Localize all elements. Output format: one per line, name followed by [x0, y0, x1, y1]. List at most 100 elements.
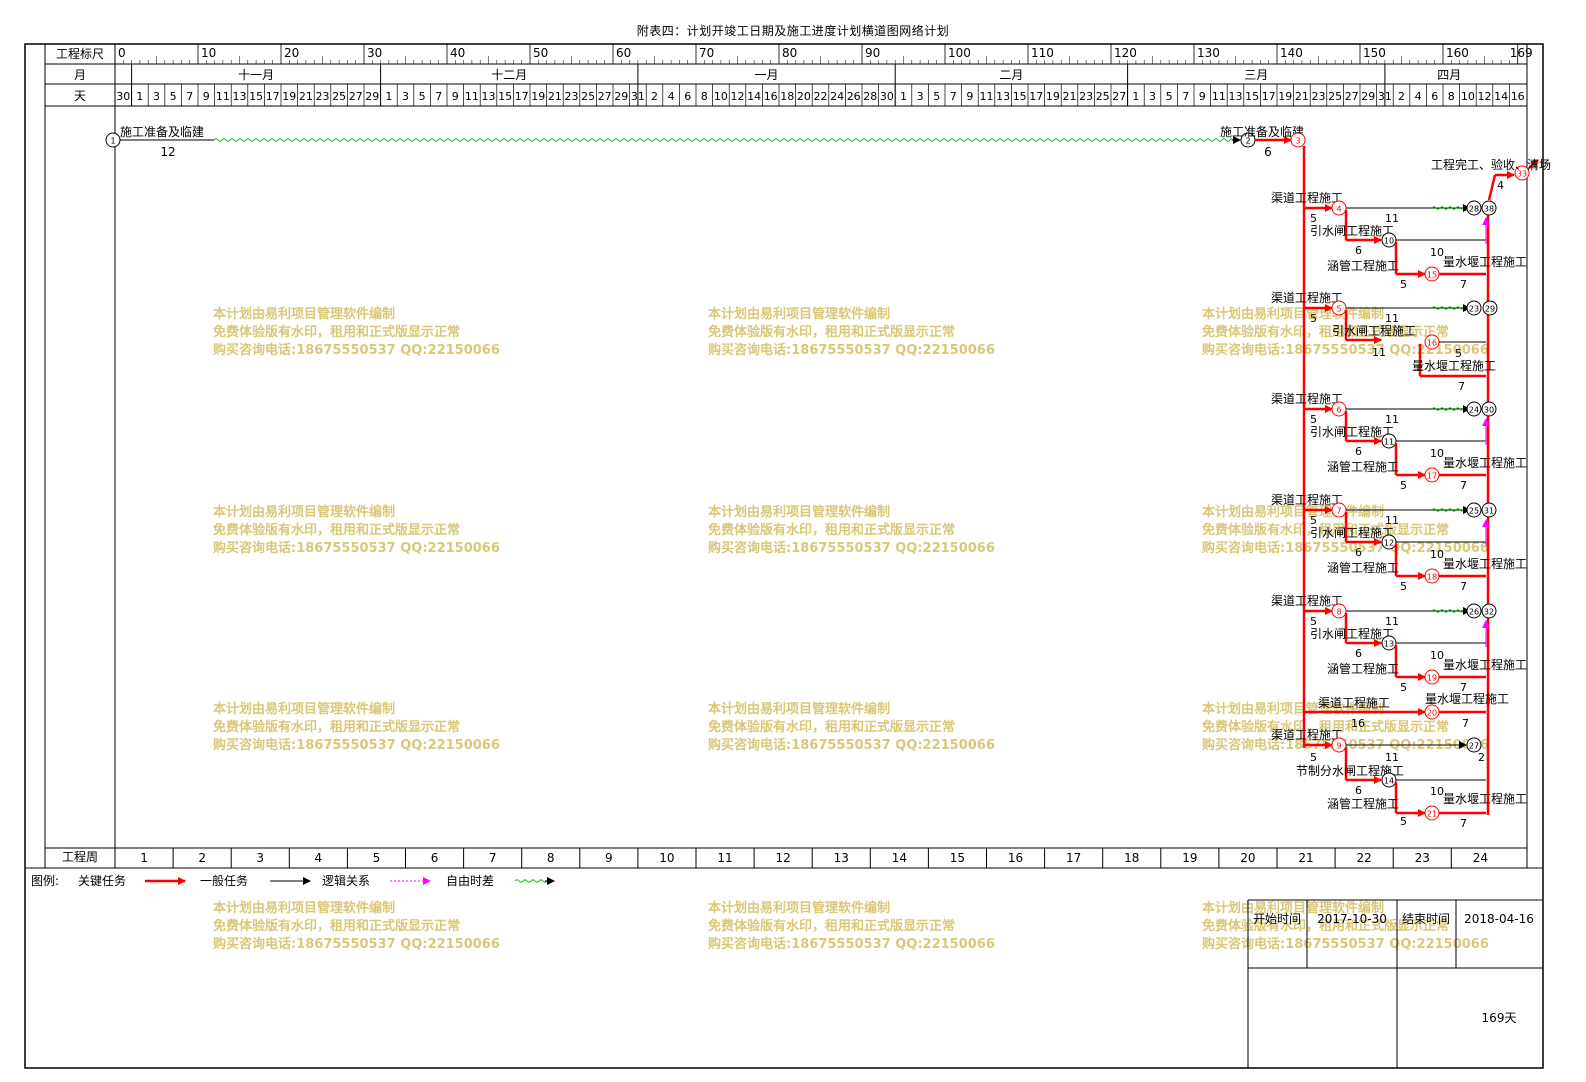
month-name: 十二月: [491, 68, 527, 82]
day-number: 21: [1063, 90, 1077, 103]
day-number: 19: [1278, 90, 1292, 103]
week-number: 7: [489, 851, 497, 865]
day-number: 7: [435, 90, 442, 103]
task-label-canal-16: 渠道工程施工: [1318, 695, 1390, 710]
scale-tick-label: 0: [118, 46, 126, 60]
day-number: 1: [900, 90, 907, 103]
day-number: 22: [814, 90, 828, 103]
week-number: 13: [834, 851, 849, 865]
day-number: 7: [950, 90, 957, 103]
day-number: 1: [1132, 90, 1139, 103]
scale-tick-label: 120: [1114, 46, 1137, 60]
task-label-canal: 渠道工程施工: [1271, 290, 1343, 305]
day-number: 13: [482, 90, 496, 103]
week-number: 2: [198, 851, 206, 865]
watermark-line: 免费体验版有水印，租用和正式版显示正常: [213, 719, 460, 735]
month-name: 二月: [999, 68, 1023, 82]
day-number: 29: [614, 90, 628, 103]
task-duration: 10: [1430, 785, 1444, 798]
task-label-culvert: 涵管工程施工: [1327, 796, 1399, 811]
legend-logic-label: 逻辑关系: [322, 874, 370, 888]
scale-tick-label: 10: [201, 46, 216, 60]
week-number: 8: [547, 851, 555, 865]
week-number: 14: [892, 851, 907, 865]
task-duration: 5: [1400, 815, 1407, 828]
task-duration: 6: [1355, 647, 1362, 660]
event-node-number: 8: [1336, 608, 1341, 617]
watermark-line: 购买咨询电话:18675550537 QQ:22150066: [213, 540, 500, 556]
day-number: 4: [1415, 90, 1422, 103]
task-duration: 10: [1430, 548, 1444, 561]
task-label-weir: 量水堰工程施工: [1412, 358, 1496, 373]
watermark-line: 购买咨询电话:18675550537 QQ:22150066: [708, 342, 995, 358]
gantt-network-diagram: 工程标尺月天工程周0 10 20 30 40 50 60 70 80 90 100 110 120 130…: [24, 43, 1551, 1069]
task-label-weir: 量水堰工程施工: [1443, 254, 1527, 269]
event-node-number: 23: [1469, 305, 1479, 314]
day-number: 7: [186, 90, 193, 103]
task-duration: 10: [1430, 649, 1444, 662]
task-duration: 5: [1310, 751, 1317, 764]
day-number: 3: [402, 90, 409, 103]
day-number: 12: [1478, 90, 1492, 103]
task-label-canal: 渠道工程施工: [1271, 391, 1343, 406]
task-duration: 7: [1462, 717, 1469, 730]
day-label: 天: [74, 89, 86, 103]
legend-free-float-label: 自由时差: [446, 874, 494, 888]
week-number: 19: [1182, 851, 1197, 865]
day-number: 28: [863, 90, 877, 103]
watermark-line: 本计划由易利项目管理软件编制: [708, 504, 890, 520]
day-number: 13: [1229, 90, 1243, 103]
watermark-line: 购买咨询电话:18675550537 QQ:22150066: [1202, 342, 1489, 358]
day-number: 12: [731, 90, 745, 103]
task-label-canal: 渠道工程施工: [1271, 727, 1343, 742]
watermark-line: 免费体验版有水印，租用和正式版显示正常: [213, 918, 460, 934]
task-label-completion: 工程完工、验收、清场: [1431, 157, 1551, 172]
event-node-number: 27: [1469, 742, 1479, 751]
day-number: 9: [203, 90, 210, 103]
day-number: 8: [1448, 90, 1455, 103]
day-number: 18: [780, 90, 794, 103]
task-label-weir: 量水堰工程施工: [1443, 791, 1527, 806]
scale-tick-label: 50: [533, 46, 548, 60]
watermark-line: 免费体验版有水印，租用和正式版显示正常: [708, 918, 955, 934]
task-duration-canal-16: 16: [1351, 717, 1365, 730]
event-node-number: 16: [1427, 339, 1437, 348]
legend-normal-label: 一般任务: [200, 873, 248, 888]
day-number: 8: [701, 90, 708, 103]
day-number: 24: [830, 90, 844, 103]
day-number: 10: [714, 90, 728, 103]
scale-label: 工程标尺: [56, 46, 104, 61]
task-duration: 11: [1372, 346, 1386, 359]
day-number: 21: [1295, 90, 1309, 103]
task-label-weir: 量水堰工程施工: [1443, 556, 1527, 571]
watermark-line: 购买咨询电话:18675550537 QQ:22150066: [708, 936, 995, 952]
event-node-number: 12: [1384, 539, 1394, 548]
watermark-line: 购买咨询电话:18675550537 QQ:22150066: [213, 342, 500, 358]
day-number: 23: [565, 90, 579, 103]
task-duration: 2: [1478, 751, 1485, 764]
legend-prefix: 图例:: [31, 874, 59, 888]
day-number: 27: [1112, 90, 1126, 103]
day-number: 5: [1166, 90, 1173, 103]
day-number: 6: [1431, 90, 1438, 103]
week-number: 16: [1008, 851, 1023, 865]
week-number: 21: [1298, 851, 1313, 865]
event-node-number: 28: [1469, 205, 1479, 214]
scale-tick-label: 140: [1280, 46, 1303, 60]
week-number: 11: [717, 851, 732, 865]
event-node-number: 13: [1384, 640, 1394, 649]
day-number: 27: [1345, 90, 1359, 103]
watermark-line: 免费体验版有水印，租用和正式版显示正常: [213, 522, 460, 538]
day-number: 20: [797, 90, 811, 103]
task-label-sluice: 引水闸工程施工: [1332, 323, 1416, 338]
event-node-number: 6: [1336, 406, 1341, 415]
end-time-label: 结束时间: [1402, 912, 1450, 926]
event-node-number: 11: [1384, 438, 1394, 447]
watermark-line: 免费体验版有水印，租用和正式版显示正常: [708, 719, 955, 735]
watermark-line: 购买咨询电话:18675550537 QQ:22150066: [708, 540, 995, 556]
scale-tick-label: 70: [699, 46, 714, 60]
task-label-culvert: 涵管工程施工: [1327, 459, 1399, 474]
task-duration-prep-2: 6: [1264, 145, 1272, 159]
event-node-number: 9: [1336, 742, 1341, 751]
legend-critical-label: 关键任务: [78, 873, 126, 888]
